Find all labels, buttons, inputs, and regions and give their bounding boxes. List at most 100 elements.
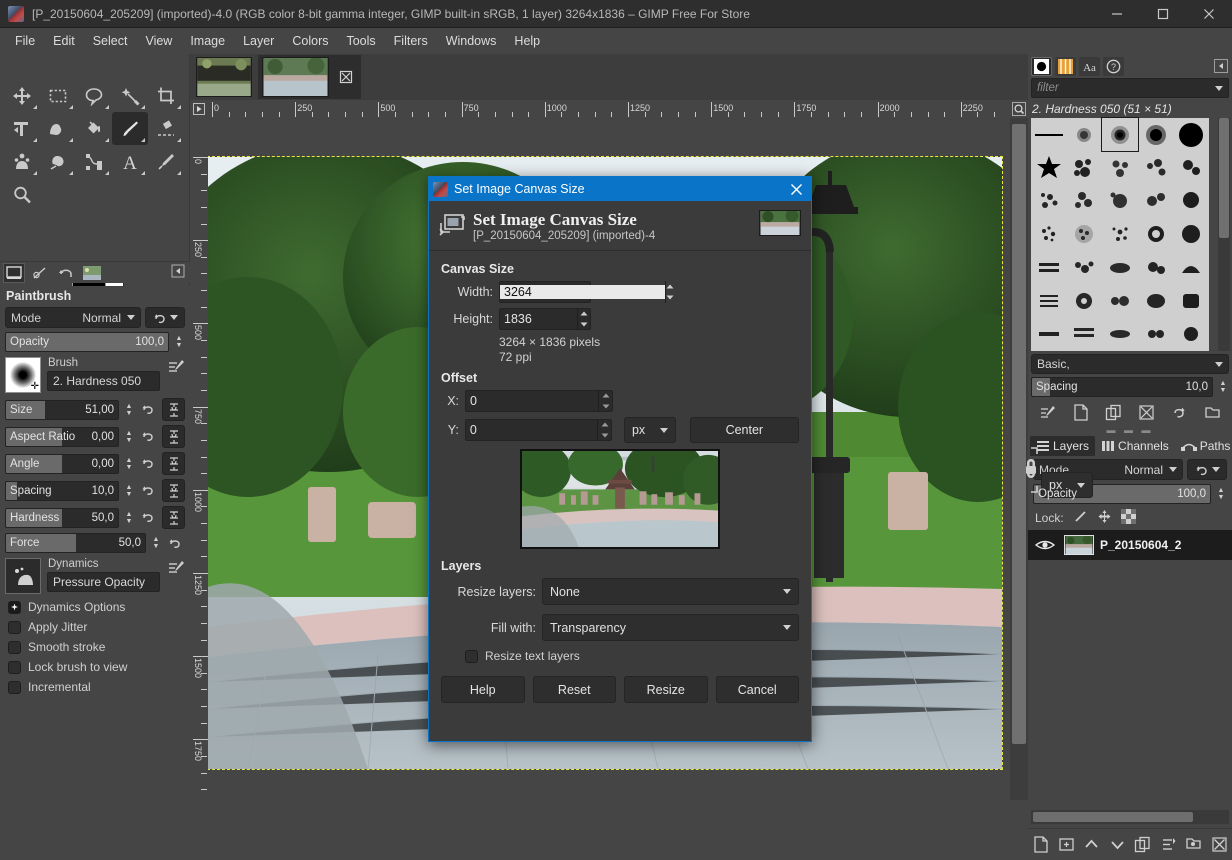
brush-cell-selected[interactable] [1101,116,1139,153]
raise-layer-icon[interactable] [1082,835,1101,854]
brush-preset-combo[interactable]: Basic, [1031,354,1229,374]
brush-cell[interactable] [1102,218,1138,251]
brush-cell[interactable] [1173,118,1209,151]
link-aspect-ratio-button[interactable] [162,425,185,448]
edit-brush-icon[interactable] [166,357,185,376]
menu-filters[interactable]: Filters [385,30,437,52]
layer-visibility-icon[interactable] [1032,538,1058,552]
offset-y-input[interactable] [465,423,598,437]
undo-history-button[interactable] [55,263,77,283]
menu-layer[interactable]: Layer [234,30,283,52]
link-hardness-button[interactable] [162,506,185,529]
cancel-button[interactable]: Cancel [715,676,799,703]
fill-with-combo[interactable]: Transparency [542,614,799,641]
brush-cell[interactable] [1173,284,1209,317]
apply-jitter-checkbox[interactable] [8,620,21,634]
clone-tool[interactable] [4,145,40,178]
close-button[interactable] [1186,0,1232,28]
smooth-stroke-checkbox[interactable] [8,640,21,654]
brush-filter-input[interactable]: filter [1031,78,1229,98]
height-stepper[interactable] [577,308,590,330]
opacity-slider[interactable]: Opacity 100,0 [5,332,169,352]
brush-cell[interactable] [1031,151,1067,184]
brush-cell[interactable] [1031,318,1067,351]
brush-cell[interactable] [1173,218,1209,251]
size-slider[interactable]: Size 51,00 [5,399,119,420]
brush-cell[interactable] [1138,118,1174,151]
lock-brush-to-view-row[interactable]: Lock brush to view [0,657,190,677]
brush-cell[interactable] [1138,185,1174,218]
smooth-stroke-row[interactable]: Smooth stroke [0,637,190,657]
fuzzy-select-tool[interactable] [112,79,148,112]
new-brush-icon[interactable] [1071,403,1090,422]
brush-cell[interactable] [1031,185,1067,218]
brush-cell[interactable] [1173,318,1209,351]
brush-cell[interactable] [1067,151,1103,184]
reset-spacing-icon[interactable] [139,481,158,500]
brush-cell[interactable] [1031,284,1067,317]
brush-cell[interactable] [1031,118,1067,151]
height-input[interactable] [500,312,578,326]
layer-list-scrollbar[interactable] [1031,810,1229,824]
set-image-canvas-size-dialog[interactable]: Set Image Canvas Size Set Image Canvas S… [428,176,1093,742]
paintbrush-tool[interactable] [112,112,148,145]
vertical-ruler[interactable]: 0 250 500 750 1000 1250 1500 1750 [190,118,208,800]
duplicate-layer-icon[interactable] [1133,835,1152,854]
brush-cell[interactable] [1067,218,1103,251]
delete-layer-icon[interactable] [1210,835,1229,854]
menu-select[interactable]: Select [84,30,137,52]
resize-text-layers-checkbox[interactable] [465,649,478,663]
height-field[interactable] [499,308,591,330]
aspect-ratio-slider[interactable]: Aspect Ratio 0,00 [5,426,119,447]
maximize-button[interactable] [1140,0,1186,28]
brush-cell[interactable] [1173,151,1209,184]
text-tool[interactable]: A [112,145,148,178]
reset-hardness-icon[interactable] [139,508,158,527]
delete-brush-icon[interactable] [1137,403,1156,422]
edit-brush-icon[interactable] [1038,403,1057,422]
free-select-tool[interactable] [76,79,112,112]
dialog-close-button[interactable] [785,178,807,200]
brush-cell[interactable] [1102,318,1138,351]
aspect-ratio-stepper[interactable]: ▲ ▼ [123,430,135,444]
brush-cell[interactable] [1138,218,1174,251]
menu-edit[interactable]: Edit [44,30,84,52]
menu-file[interactable]: File [6,30,44,52]
lock-alpha-icon[interactable] [1120,509,1136,527]
lock-brush-to-view-checkbox[interactable] [8,660,21,674]
image-preview-button[interactable] [81,263,103,283]
menu-windows[interactable]: Windows [437,30,506,52]
brush-grid-scrollbar[interactable] [1218,118,1230,351]
resize-button[interactable]: Resize [624,676,708,703]
opacity-stepper[interactable]: ▲ ▼ [173,335,185,349]
rectangle-select-tool[interactable] [40,79,76,112]
angle-stepper[interactable]: ▲ ▼ [123,457,135,471]
brush-cell[interactable] [1138,151,1174,184]
hardness-stepper[interactable]: ▲ ▼ [123,511,135,525]
image-tab-1[interactable] [192,55,256,99]
brush-cell[interactable] [1067,284,1103,317]
image-thumb-button[interactable] [3,262,25,283]
new-layer-icon[interactable] [1031,835,1050,854]
hardness-slider[interactable]: Hardness 50,0 [5,507,119,528]
warp-transform-tool[interactable] [40,112,76,145]
brush-cell[interactable] [1067,118,1103,151]
size-stepper[interactable]: ▲ ▼ [123,403,135,417]
lock-pixels-icon[interactable] [1073,509,1088,527]
brushes-dock-menu-icon[interactable] [1213,58,1229,74]
patterns-tab[interactable] [1055,56,1076,76]
brush-cell[interactable] [1173,185,1209,218]
brush-grid[interactable] [1031,116,1209,351]
resize-text-layers-row[interactable]: Resize text layers [441,646,799,666]
offset-unit-combo[interactable]: px [623,417,676,443]
zoom-tool[interactable] [4,178,40,211]
brush-cell[interactable] [1102,151,1138,184]
brush-cell[interactable] [1138,284,1174,317]
brush-dynamics-button[interactable] [29,263,51,283]
color-picker-tool[interactable] [148,145,184,178]
lower-layer-icon[interactable] [1108,835,1127,854]
offset-x-field[interactable] [465,390,613,412]
image-tab-2[interactable] [258,55,361,99]
brush-cell[interactable] [1138,318,1174,351]
vertical-scrollbar-thumb[interactable] [1012,124,1026,744]
